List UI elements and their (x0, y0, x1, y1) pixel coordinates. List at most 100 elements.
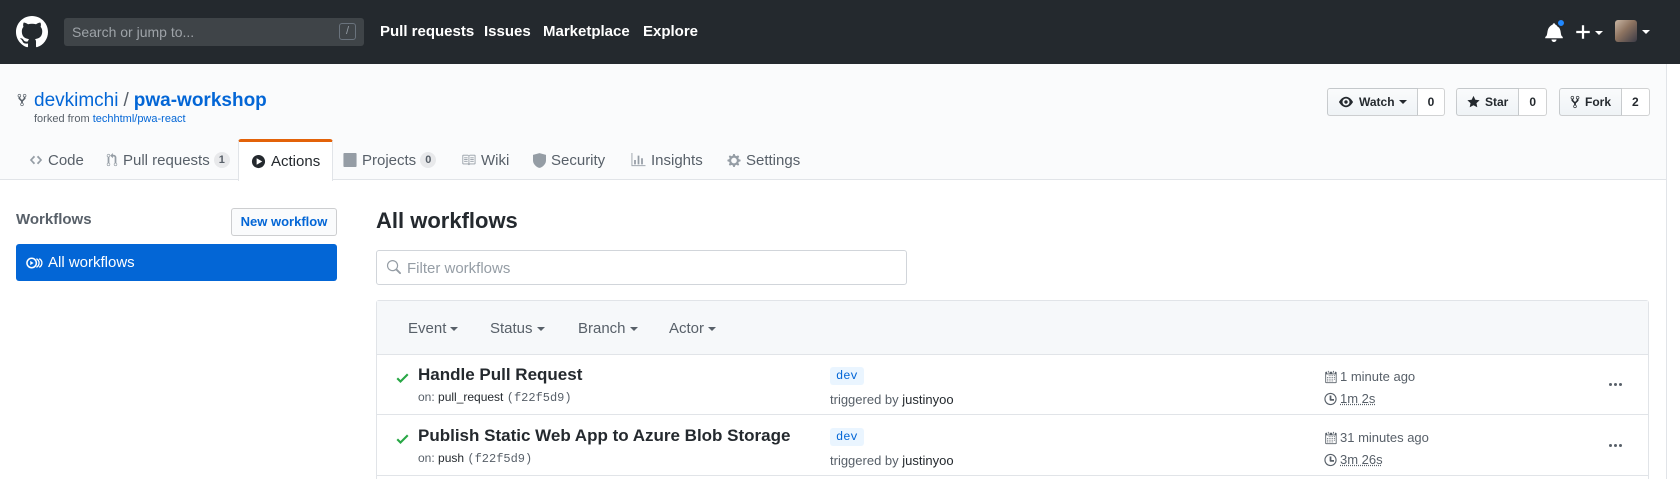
repo-path-separator: / (123, 90, 128, 111)
tab-settings[interactable]: Settings (727, 139, 800, 181)
fork-button[interactable]: Fork (1559, 88, 1622, 116)
tab-code[interactable]: Code (29, 139, 84, 181)
sidebar-item-all-workflows[interactable]: All workflows (16, 244, 337, 281)
tab-insights[interactable]: Insights (631, 139, 703, 181)
github-logo-icon[interactable] (16, 16, 48, 48)
user-menu-dropdown[interactable] (1615, 20, 1655, 44)
event-name: pull_request (438, 390, 503, 404)
triggered-prefix: triggered by (830, 392, 902, 407)
watch-label: Watch (1359, 95, 1395, 109)
create-new-dropdown[interactable] (1574, 20, 1606, 44)
page-title: All workflows (376, 208, 518, 234)
workflow-icon (26, 257, 43, 269)
workflows-sidebar-title: Workflows (16, 211, 92, 228)
sidebar-item-label: All workflows (48, 254, 135, 271)
graph-icon (631, 153, 646, 167)
tab-security[interactable]: Security (533, 139, 605, 181)
star-button[interactable]: Star (1456, 88, 1519, 116)
actor-name[interactable]: justinyoo (902, 453, 953, 468)
tab-actions-label: Actions (271, 153, 320, 170)
header-nav-pull-requests[interactable]: Pull requests (380, 23, 474, 40)
star-icon (1467, 95, 1480, 109)
fork-label: Fork (1585, 95, 1611, 109)
global-header: Search or jump to... / Pull requests Iss… (0, 0, 1680, 64)
calendar-icon (1324, 431, 1337, 445)
forked-from-link[interactable]: techhtml/pwa-react (93, 113, 186, 125)
chevron-down-icon (1399, 100, 1407, 104)
triggered-by: triggered by justinyoo (830, 392, 954, 407)
run-duration-text[interactable]: 1m 2s (1340, 391, 1375, 406)
workflow-runs-list: Event Status Branch Actor Handle Pull Re… (376, 300, 1649, 479)
branch-filter-dropdown[interactable]: Branch (578, 320, 638, 337)
chevron-down-icon (708, 327, 716, 331)
kebab-horizontal-icon[interactable] (1609, 377, 1622, 393)
header-nav-issues[interactable]: Issues (484, 23, 531, 40)
event-filter-label: Event (408, 320, 446, 337)
star-button-group: Star 0 (1456, 88, 1547, 116)
tab-pull-requests[interactable]: Pull requests 1 (106, 139, 230, 181)
tab-security-label: Security (551, 152, 605, 169)
run-timestamp: 1 minute ago (1324, 369, 1415, 384)
table-row[interactable]: Publish Static Web App to Azure Blob Sto… (377, 416, 1648, 476)
forked-from-prefix: forked from (34, 113, 93, 125)
header-nav-marketplace[interactable]: Marketplace (543, 23, 630, 40)
branch-label[interactable]: dev (830, 367, 864, 385)
repo-forked-icon (16, 93, 28, 107)
clock-icon (1324, 392, 1337, 406)
commit-sha[interactable]: (f22f5d9) (467, 452, 532, 466)
table-row[interactable]: Handle Pull Request on: pull_request (f2… (377, 355, 1648, 415)
star-count[interactable]: 0 (1519, 88, 1547, 116)
header-nav-explore[interactable]: Explore (643, 23, 698, 40)
chevron-down-icon (1642, 30, 1650, 34)
status-filter-label: Status (490, 320, 533, 337)
commit-sha[interactable]: (f22f5d9) (507, 391, 572, 405)
run-duration: 3m 26s (1324, 452, 1383, 467)
tab-projects[interactable]: Projects 0 (343, 139, 436, 181)
eye-icon (1338, 95, 1354, 109)
tab-code-label: Code (48, 152, 84, 169)
book-icon (461, 153, 476, 167)
run-duration: 1m 2s (1324, 391, 1375, 406)
chevron-down-icon (537, 327, 545, 331)
tab-wiki-label: Wiki (481, 152, 509, 169)
branch-label[interactable]: dev (830, 428, 864, 446)
star-label: Star (1485, 95, 1508, 109)
actor-name[interactable]: justinyoo (902, 392, 953, 407)
filter-placeholder: Filter workflows (407, 260, 510, 277)
tab-settings-label: Settings (746, 152, 800, 169)
run-time-text: 31 minutes ago (1340, 430, 1429, 445)
watch-button-group: Watch 0 (1327, 88, 1445, 116)
tab-actions[interactable]: Actions (238, 139, 333, 181)
pull-requests-counter: 1 (214, 152, 230, 168)
workflow-runs-filter-bar: Event Status Branch Actor (377, 301, 1648, 355)
avatar (1615, 20, 1637, 42)
on-prefix: on: (418, 390, 438, 404)
tab-wiki[interactable]: Wiki (461, 139, 509, 181)
clock-icon (1324, 453, 1337, 467)
workflow-run-trigger: on: push (f22f5d9) (418, 451, 532, 466)
run-duration-text[interactable]: 3m 26s (1340, 452, 1383, 467)
watch-count[interactable]: 0 (1418, 88, 1446, 116)
repo-forked-icon (1570, 95, 1580, 109)
workflow-run-title[interactable]: Publish Static Web App to Azure Blob Sto… (418, 426, 790, 446)
status-filter-dropdown[interactable]: Status (490, 320, 545, 337)
tab-projects-label: Projects (362, 152, 416, 169)
fork-count[interactable]: 2 (1622, 88, 1650, 116)
workflow-run-trigger: on: pull_request (f22f5d9) (418, 390, 572, 405)
event-filter-dropdown[interactable]: Event (408, 320, 458, 337)
search-input[interactable]: Search or jump to... / (64, 18, 364, 46)
page-scrollbar[interactable] (1666, 64, 1680, 479)
workflow-run-title[interactable]: Handle Pull Request (418, 365, 582, 385)
new-workflow-button[interactable]: New workflow (231, 208, 337, 236)
filter-workflows-input[interactable]: Filter workflows (376, 250, 907, 285)
play-icon (251, 154, 266, 169)
search-shortcut-key: / (339, 23, 356, 40)
watch-button[interactable]: Watch (1327, 88, 1418, 116)
search-placeholder: Search or jump to... (72, 24, 194, 40)
repo-owner-link[interactable]: devkimchi (34, 90, 118, 111)
repo-name-link[interactable]: pwa-workshop (134, 90, 267, 111)
event-name: push (438, 451, 464, 465)
kebab-horizontal-icon[interactable] (1609, 438, 1622, 454)
branch-filter-label: Branch (578, 320, 626, 337)
actor-filter-dropdown[interactable]: Actor (669, 320, 716, 337)
